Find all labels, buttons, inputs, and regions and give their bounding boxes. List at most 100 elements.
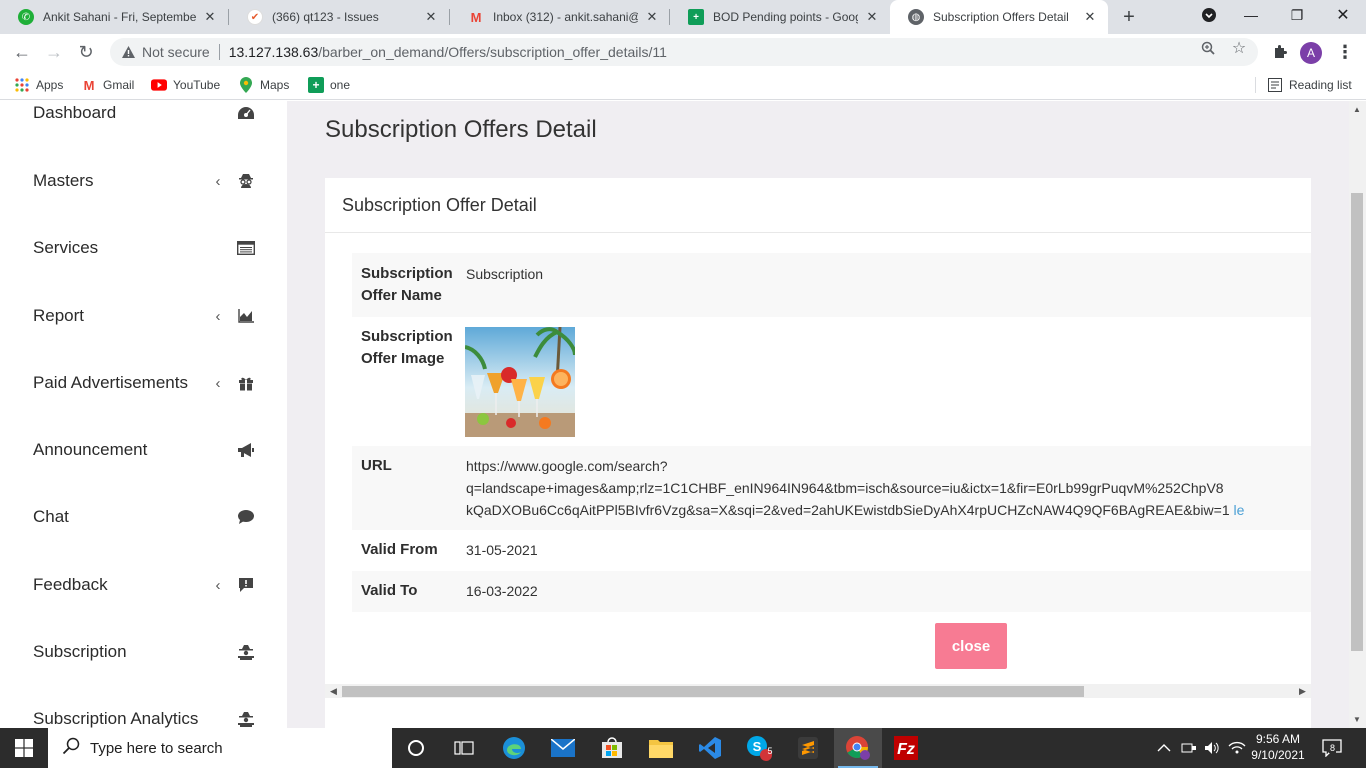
close-tab-icon[interactable]: ✕: [202, 9, 218, 25]
close-tab-icon[interactable]: ✕: [864, 9, 880, 25]
megaphone-icon: [237, 441, 255, 459]
windows-taskbar: Type here to search S 5 Fz 9:56 AM 9/10/…: [0, 728, 1366, 768]
bookmark-star-icon[interactable]: ☆: [1231, 40, 1247, 57]
sidebar-item-dashboard[interactable]: Dashboard: [33, 101, 255, 125]
tab-gmail[interactable]: M Inbox (312) - ankit.sahani@qu ✕: [450, 0, 670, 34]
sidebar-item-subscription-analytics[interactable]: Subscription Analytics: [33, 707, 255, 728]
chat-bubble-icon: [237, 508, 255, 526]
horizontal-scrollbar[interactable]: ◀ ▶: [325, 684, 1311, 698]
windows-start-icon[interactable]: [0, 728, 48, 768]
sidebar-item-subscription[interactable]: Subscription: [33, 640, 255, 664]
minimize-icon[interactable]: —: [1228, 0, 1274, 30]
extensions-puzzle-icon[interactable]: [1270, 42, 1290, 62]
filezilla-icon[interactable]: Fz: [882, 728, 930, 768]
browser-toolbar: ← → ↻ Not secure 13.127.138.63/barber_on…: [0, 34, 1366, 70]
sidebar-item-announcement[interactable]: Announcement: [33, 438, 255, 462]
address-bar[interactable]: Not secure 13.127.138.63/barber_on_deman…: [110, 38, 1258, 66]
tab-search-icon[interactable]: [1186, 0, 1232, 30]
url-value-line: q=landscape+images&amp;rlz=1C1CHBF_enIN9…: [466, 480, 1224, 496]
chevron-left-icon[interactable]: ‹: [211, 375, 225, 392]
chevron-left-icon[interactable]: ‹: [211, 577, 225, 594]
tab-sheets[interactable]: + BOD Pending points - Google ✕: [670, 0, 890, 34]
notification-center-icon[interactable]: 8: [1322, 728, 1342, 768]
forward-arrow-icon[interactable]: →: [43, 41, 65, 63]
vscode-icon[interactable]: [686, 728, 734, 768]
chevron-left-icon[interactable]: ‹: [211, 173, 225, 190]
wifi-weather-icon[interactable]: [1228, 728, 1246, 768]
reload-icon[interactable]: ↻: [75, 41, 97, 63]
sheets-icon: +: [308, 77, 324, 93]
scrollbar-thumb[interactable]: [342, 686, 1084, 697]
sidebar-item-feedback[interactable]: Feedback ‹: [33, 573, 255, 597]
edge-icon[interactable]: [490, 728, 538, 768]
chevron-left-icon[interactable]: ‹: [211, 308, 225, 325]
skype-badge-count: 5: [767, 746, 773, 756]
user-secret-icon: [237, 172, 255, 190]
chrome-icon[interactable]: [834, 728, 882, 768]
bookmark-gmail[interactable]: M Gmail: [81, 76, 135, 94]
url-path: /barber_on_demand/Offers/subscription_of…: [318, 44, 667, 60]
task-view-icon[interactable]: [440, 728, 488, 768]
sublime-text-icon[interactable]: [784, 728, 832, 768]
sidebar-item-label: Masters: [33, 171, 94, 190]
scroll-up-icon[interactable]: ▲: [1353, 105, 1361, 114]
close-button[interactable]: close: [935, 623, 1007, 669]
scroll-left-icon[interactable]: ◀: [330, 686, 337, 697]
valid-to-value: 16-03-2022: [466, 583, 538, 599]
sidebar-item-chat[interactable]: Chat: [33, 505, 255, 529]
sidebar-item-label: Paid Advertisements: [33, 373, 188, 392]
bookmark-one[interactable]: + one: [308, 76, 350, 94]
scroll-right-icon[interactable]: ▶: [1299, 686, 1306, 697]
bookmark-apps[interactable]: Apps: [14, 76, 63, 94]
offer-name-value: Subscription: [466, 266, 544, 282]
dashboard-gauge-icon: [237, 104, 255, 122]
profile-avatar[interactable]: A: [1300, 42, 1322, 64]
tab-title: Subscription Offers Detail: [933, 10, 1069, 24]
close-tab-icon[interactable]: ✕: [423, 9, 439, 25]
gmail-icon: M: [83, 77, 95, 93]
show-hidden-icons-chevron[interactable]: [1157, 728, 1171, 768]
bookmark-youtube[interactable]: YouTube: [151, 76, 220, 94]
url-host: 13.127.138.63: [228, 44, 319, 60]
sidebar-item-paid-advertisements[interactable]: Paid Advertisements ‹: [33, 371, 255, 395]
vertical-scrollbar[interactable]: ▲ ▼: [1349, 101, 1366, 728]
url-value-line: kQaDXOBu6Cc6qAitPPl5BIvfr6Vzg&sa=X&sqi=2…: [466, 499, 1244, 521]
zoom-icon[interactable]: [1200, 40, 1216, 56]
scrollbar-thumb[interactable]: [1351, 193, 1363, 651]
browser-tab-strip: ✆ Ankit Sahani - Fri, September ✕ ✔ (366…: [0, 0, 1366, 34]
back-arrow-icon[interactable]: ←: [11, 41, 33, 63]
tab-issues[interactable]: ✔ (366) qt123 - Issues ✕: [229, 0, 449, 34]
sidebar-item-label: Feedback: [33, 575, 108, 594]
url-value-line: https://www.google.com/search?: [466, 458, 668, 474]
system-clock[interactable]: 9:56 AM 9/10/2021: [1248, 731, 1308, 763]
cortana-icon[interactable]: [392, 728, 440, 768]
file-explorer-icon[interactable]: [637, 728, 685, 768]
restore-icon[interactable]: ❐: [1274, 0, 1320, 30]
window-close-icon[interactable]: ✕: [1320, 0, 1366, 30]
table-row: Valid To 16-03-2022: [352, 571, 1311, 612]
volume-icon[interactable]: [1204, 728, 1220, 768]
scroll-down-icon[interactable]: ▼: [1353, 715, 1361, 724]
close-tab-icon[interactable]: ✕: [644, 9, 660, 25]
feedback-icon: [237, 576, 255, 594]
menu-kebab-icon[interactable]: ⋮: [1335, 42, 1355, 62]
maps-pin-icon: [238, 77, 254, 93]
svg-text:S: S: [753, 739, 762, 754]
bookmark-maps[interactable]: Maps: [238, 76, 289, 94]
mail-icon[interactable]: [539, 728, 587, 768]
new-tab-button[interactable]: +: [1118, 6, 1140, 28]
sidebar-item-services[interactable]: Services: [33, 236, 255, 260]
reading-list-button[interactable]: Reading list: [1267, 76, 1352, 94]
taskbar-search-box[interactable]: Type here to search: [48, 728, 392, 768]
security-status-text: Not secure: [142, 44, 210, 60]
sidebar-item-report[interactable]: Report ‹: [33, 304, 255, 328]
tab-subscription-offers[interactable]: ◍ Subscription Offers Detail ✕: [890, 0, 1108, 34]
network-icon[interactable]: [1181, 728, 1197, 768]
store-icon[interactable]: [588, 728, 636, 768]
tab-whatsapp[interactable]: ✆ Ankit Sahani - Fri, September ✕: [0, 0, 228, 34]
close-tab-icon[interactable]: ✕: [1082, 9, 1098, 25]
warning-triangle-icon[interactable]: [120, 44, 136, 60]
url-link-fragment[interactable]: le: [1234, 502, 1245, 518]
sidebar-item-masters[interactable]: Masters ‹: [33, 169, 255, 193]
skype-icon[interactable]: S 5: [735, 728, 783, 768]
